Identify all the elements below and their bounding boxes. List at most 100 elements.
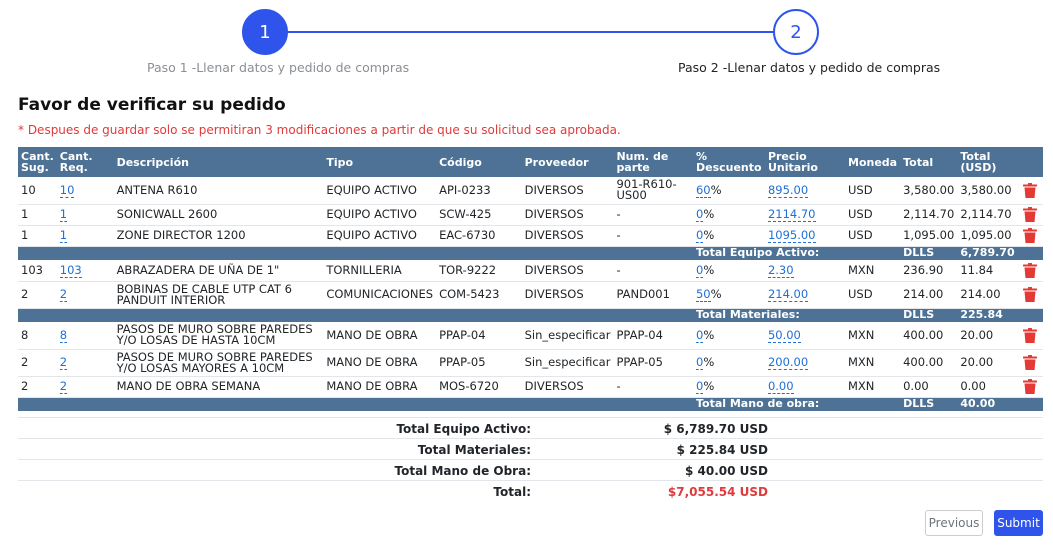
- cant-sug-cell: 2: [18, 281, 57, 309]
- descuento-editable[interactable]: 50: [695, 287, 711, 302]
- tipo-cell: EQUIPO ACTIVO: [323, 204, 437, 226]
- trash-icon[interactable]: [1023, 379, 1038, 394]
- tipo-cell: MANO DE OBRA: [323, 349, 437, 377]
- column-header: Cant. Sug.: [18, 147, 57, 177]
- column-header: % Descuento: [692, 147, 765, 177]
- description-cell: BOBINAS DE CABLE UTP CAT 6 PANDUIT INTER…: [113, 281, 324, 309]
- page-title: Favor de verificar su pedido: [18, 95, 286, 115]
- total-cell: 400.00: [900, 322, 958, 350]
- cant-sug-cell: 2: [18, 376, 57, 398]
- num-parte-cell: PPAP-05: [613, 349, 693, 377]
- trash-icon[interactable]: [1023, 228, 1038, 243]
- descuento-editable[interactable]: 60: [695, 182, 711, 198]
- precio-editable[interactable]: 2.30: [767, 262, 794, 278]
- precio-cell: 0.00: [764, 376, 845, 398]
- precio-cell: 200.00: [764, 349, 845, 377]
- totals-value: $ 40.00 USD: [684, 464, 768, 478]
- codigo-cell: SCW-425: [436, 204, 522, 226]
- trash-icon[interactable]: [1023, 262, 1038, 278]
- totals-label: Total Mano de Obra:: [394, 464, 531, 478]
- descuento-cell: 50%: [692, 281, 765, 309]
- cant-req-cell: 1: [56, 204, 114, 226]
- cant-sug-cell: 1: [18, 204, 57, 226]
- tipo-cell: MANO DE OBRA: [323, 376, 437, 398]
- description-cell: ABRAZADERA DE UÑA DE 1": [113, 260, 324, 282]
- cant-req-editable[interactable]: 2: [59, 287, 68, 302]
- total-cell: 3,580.00: [900, 177, 958, 205]
- total-cell: 2,114.70: [900, 204, 958, 226]
- num-parte-cell: -: [613, 260, 693, 282]
- moneda-cell: MXN: [845, 322, 901, 350]
- trash-icon[interactable]: [1023, 327, 1038, 343]
- tipo-cell: EQUIPO ACTIVO: [323, 177, 437, 205]
- trash-icon[interactable]: [1023, 287, 1038, 302]
- trash-icon[interactable]: [1023, 355, 1038, 370]
- codigo-cell: PPAP-05: [436, 349, 522, 377]
- total-usd-cell: 3,580.00: [957, 177, 1018, 205]
- cant-req-editable[interactable]: 10: [59, 182, 75, 198]
- cant-req-editable[interactable]: 1: [59, 228, 68, 243]
- descuento-cell: 0%: [692, 349, 765, 377]
- precio-cell: 895.00: [764, 177, 845, 205]
- step-2-label: Paso 2 -Llenar datos y pedido de compras: [678, 60, 941, 75]
- descuento-cell: 60%: [692, 177, 765, 205]
- precio-editable[interactable]: 0.00: [767, 379, 794, 394]
- codigo-cell: COM-5423: [436, 281, 522, 309]
- cant-req-cell: 2: [56, 349, 114, 377]
- num-parte-cell: -: [613, 204, 693, 226]
- proveedor-cell: Sin_especificar: [521, 322, 614, 350]
- moneda-cell: MXN: [845, 349, 901, 377]
- cant-req-cell: 2: [56, 281, 114, 309]
- trash-icon[interactable]: [1023, 182, 1038, 198]
- cant-sug-cell: 103: [18, 260, 57, 282]
- subtotal-currency: DLLS: [900, 397, 958, 411]
- cant-req-editable[interactable]: 2: [59, 355, 68, 370]
- warning-message: * Despues de guardar solo se permitiran …: [18, 123, 621, 137]
- precio-cell: 1095.00: [764, 225, 845, 247]
- proveedor-cell: Sin_especificar: [521, 349, 614, 377]
- proveedor-cell: DIVERSOS: [521, 260, 614, 282]
- precio-editable[interactable]: 50.00: [767, 327, 801, 343]
- num-parte-cell: -: [613, 376, 693, 398]
- proveedor-cell: DIVERSOS: [521, 376, 614, 398]
- num-parte-cell: -: [613, 225, 693, 247]
- order-table: Cant. Sug. Cant. Req. Descripción Tipo Códig…: [18, 147, 1043, 411]
- order-totals: Total Equipo Activo: $ 6,789.70 USD Total …: [18, 417, 1043, 501]
- percent-sign: %: [703, 379, 715, 393]
- proveedor-cell: DIVERSOS: [521, 225, 614, 247]
- precio-editable[interactable]: 2114.70: [767, 207, 816, 222]
- precio-editable[interactable]: 200.00: [767, 355, 809, 370]
- submit-button[interactable]: Submit: [994, 510, 1043, 536]
- num-parte-cell: PAND001: [613, 281, 693, 309]
- precio-editable[interactable]: 214.00: [767, 287, 809, 302]
- column-header: Total: [900, 147, 958, 177]
- cant-req-editable[interactable]: 1: [59, 207, 68, 222]
- cant-req-editable[interactable]: 8: [59, 327, 68, 343]
- totals-row: Total: $7,055.54 USD: [18, 480, 1043, 501]
- step-1-indicator[interactable]: 1: [242, 9, 288, 55]
- table-row: 103 103 ABRAZADERA DE UÑA DE 1" TORNILLERIA…: [18, 260, 1043, 282]
- moneda-cell: USD: [845, 204, 901, 226]
- cant-req-editable[interactable]: 103: [59, 262, 82, 278]
- percent-sign: %: [703, 262, 715, 277]
- proveedor-cell: DIVERSOS: [521, 281, 614, 309]
- cant-req-cell: 103: [56, 260, 114, 282]
- tipo-cell: EQUIPO ACTIVO: [323, 225, 437, 247]
- column-header: Código: [436, 147, 522, 177]
- column-header: Total (USD): [957, 147, 1018, 177]
- table-row: 1 1 ZONE DIRECTOR 1200 EQUIPO ACTIVO EAC-673…: [18, 225, 1043, 247]
- previous-button[interactable]: Previous: [925, 510, 983, 536]
- delete-cell: [1017, 260, 1043, 282]
- precio-editable[interactable]: 1095.00: [767, 228, 816, 243]
- subtotal-label: Total Materiales:: [692, 308, 901, 322]
- percent-sign: %: [703, 228, 715, 242]
- percent-sign: %: [703, 207, 715, 221]
- percent-sign: %: [710, 287, 722, 301]
- cant-req-cell: 10: [56, 177, 114, 205]
- description-cell: MANO DE OBRA SEMANA: [113, 376, 324, 398]
- precio-editable[interactable]: 895.00: [767, 182, 809, 198]
- total-usd-cell: 20.00: [957, 349, 1018, 377]
- trash-icon[interactable]: [1023, 207, 1038, 222]
- step-2-indicator[interactable]: 2: [773, 9, 819, 55]
- cant-req-editable[interactable]: 2: [59, 379, 68, 394]
